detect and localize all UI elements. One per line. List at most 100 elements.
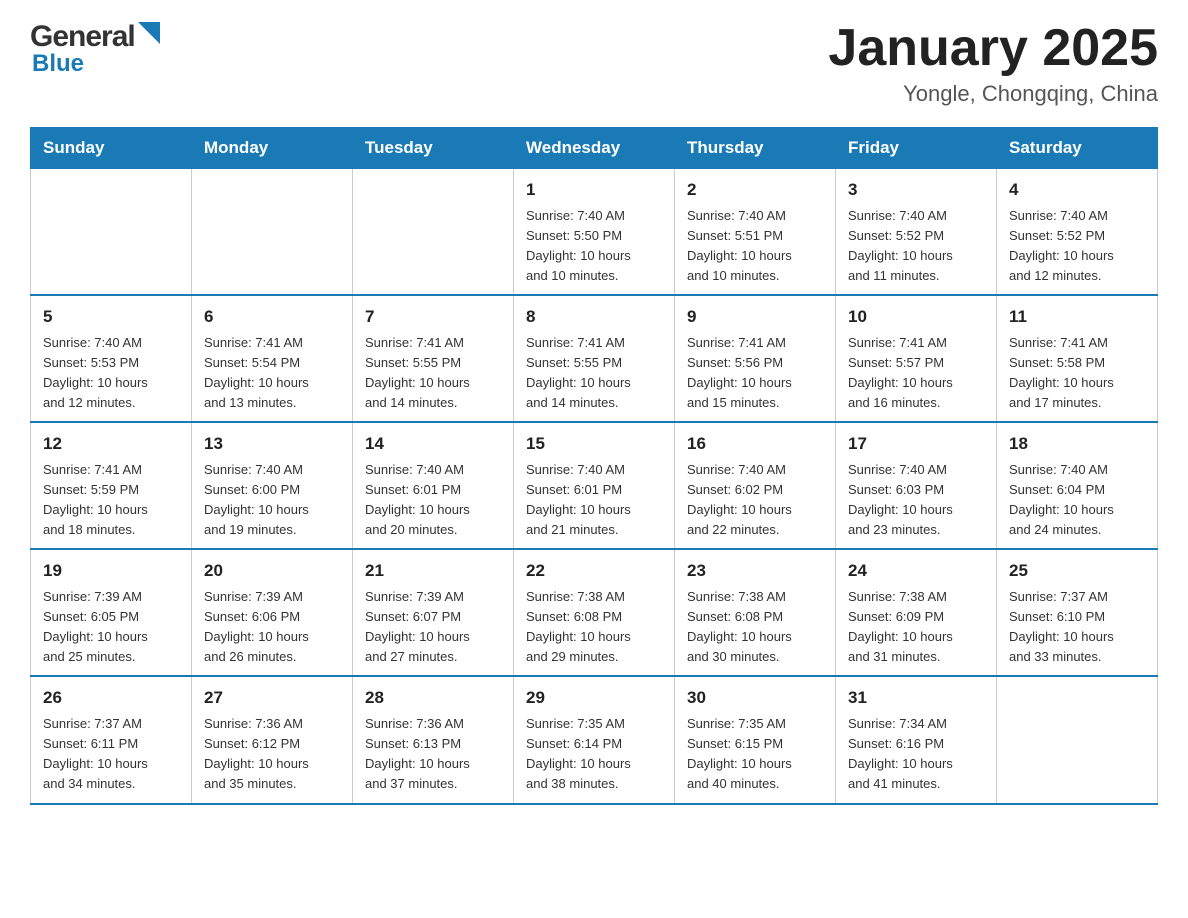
day-info: Sunrise: 7:39 AMSunset: 6:07 PMDaylight:… (365, 587, 501, 668)
day-number: 23 (687, 558, 823, 584)
calendar-day-cell: 26 Sunrise: 7:37 AMSunset: 6:11 PMDayligh… (31, 676, 192, 803)
day-number: 6 (204, 304, 340, 330)
day-info: Sunrise: 7:40 AMSunset: 5:50 PMDaylight:… (526, 206, 662, 287)
day-info: Sunrise: 7:40 AMSunset: 6:02 PMDaylight:… (687, 460, 823, 541)
day-number: 31 (848, 685, 984, 711)
logo: General Blue (30, 20, 160, 78)
day-info: Sunrise: 7:41 AMSunset: 5:55 PMDaylight:… (365, 333, 501, 414)
calendar-day-cell: 15Sunrise: 7:40 AMSunset: 6:01 PMDayligh… (514, 422, 675, 549)
calendar-day-cell: 14 Sunrise: 7:40 AMSunset: 6:01 PMDayligh… (353, 422, 514, 549)
calendar-day-cell: 21Sunrise: 7:39 AMSunset: 6:07 PMDayligh… (353, 549, 514, 676)
day-info: Sunrise: 7:40 AMSunset: 6:01 PMDaylight:… (365, 460, 501, 541)
calendar-day-cell: 27 Sunrise: 7:36 AMSunset: 6:12 PMDayligh… (192, 676, 353, 803)
day-number: 22 (526, 558, 662, 584)
day-info: Sunrise: 7:40 AMSunset: 5:52 PMDaylight:… (1009, 206, 1145, 287)
day-info: Sunrise: 7:38 AMSunset: 6:08 PMDaylight:… (687, 587, 823, 668)
calendar-day-cell: 31 Sunrise: 7:34 AMSunset: 6:16 PMDayligh… (836, 676, 997, 803)
calendar-day-header: Wednesday (514, 128, 675, 169)
page-title: January 2025 (828, 20, 1158, 77)
calendar-day-cell: 20 Sunrise: 7:39 AMSunset: 6:06 PMDayligh… (192, 549, 353, 676)
calendar-day-cell: 2 Sunrise: 7:40 AMSunset: 5:51 PMDaylight… (675, 169, 836, 296)
calendar-day-header: Friday (836, 128, 997, 169)
day-number: 2 (687, 177, 823, 203)
calendar-day-cell: 11 Sunrise: 7:41 AMSunset: 5:58 PMDayligh… (997, 295, 1158, 422)
calendar-week-row: 1 Sunrise: 7:40 AMSunset: 5:50 PMDaylight… (31, 169, 1158, 296)
calendar-day-cell: 28Sunrise: 7:36 AMSunset: 6:13 PMDayligh… (353, 676, 514, 803)
day-info: Sunrise: 7:41 AMSunset: 5:59 PMDaylight:… (43, 460, 179, 541)
title-section: January 2025 Yongle, Chongqing, China (828, 20, 1158, 107)
day-info: Sunrise: 7:41 AMSunset: 5:58 PMDaylight:… (1009, 333, 1145, 414)
calendar-day-header: Sunday (31, 128, 192, 169)
calendar-day-cell: 10 Sunrise: 7:41 AMSunset: 5:57 PMDayligh… (836, 295, 997, 422)
calendar-day-cell: 16 Sunrise: 7:40 AMSunset: 6:02 PMDayligh… (675, 422, 836, 549)
day-number: 18 (1009, 431, 1145, 457)
day-info: Sunrise: 7:38 AMSunset: 6:08 PMDaylight:… (526, 587, 662, 668)
day-info: Sunrise: 7:40 AMSunset: 6:01 PMDaylight:… (526, 460, 662, 541)
calendar-day-cell: 3Sunrise: 7:40 AMSunset: 5:52 PMDaylight… (836, 169, 997, 296)
day-info: Sunrise: 7:41 AMSunset: 5:57 PMDaylight:… (848, 333, 984, 414)
calendar-day-cell: 23 Sunrise: 7:38 AMSunset: 6:08 PMDayligh… (675, 549, 836, 676)
day-number: 28 (365, 685, 501, 711)
day-number: 20 (204, 558, 340, 584)
page-subtitle: Yongle, Chongqing, China (828, 81, 1158, 107)
calendar-day-cell: 12 Sunrise: 7:41 AMSunset: 5:59 PMDayligh… (31, 422, 192, 549)
calendar-week-row: 19 Sunrise: 7:39 AMSunset: 6:05 PMDayligh… (31, 549, 1158, 676)
day-number: 19 (43, 558, 179, 584)
calendar-day-cell: 17 Sunrise: 7:40 AMSunset: 6:03 PMDayligh… (836, 422, 997, 549)
calendar-day-cell: 22 Sunrise: 7:38 AMSunset: 6:08 PMDayligh… (514, 549, 675, 676)
day-number: 27 (204, 685, 340, 711)
logo-general-text: General (30, 20, 135, 54)
day-info: Sunrise: 7:40 AMSunset: 5:51 PMDaylight:… (687, 206, 823, 287)
calendar-day-cell: 13Sunrise: 7:40 AMSunset: 6:00 PMDayligh… (192, 422, 353, 549)
calendar-day-cell: 24 Sunrise: 7:38 AMSunset: 6:09 PMDayligh… (836, 549, 997, 676)
calendar-day-header: Saturday (997, 128, 1158, 169)
day-info: Sunrise: 7:40 AMSunset: 6:04 PMDaylight:… (1009, 460, 1145, 541)
day-number: 26 (43, 685, 179, 711)
day-info: Sunrise: 7:41 AMSunset: 5:56 PMDaylight:… (687, 333, 823, 414)
day-number: 11 (1009, 304, 1145, 330)
day-info: Sunrise: 7:40 AMSunset: 5:53 PMDaylight:… (43, 333, 179, 414)
day-info: Sunrise: 7:39 AMSunset: 6:06 PMDaylight:… (204, 587, 340, 668)
calendar-day-cell: 9 Sunrise: 7:41 AMSunset: 5:56 PMDaylight… (675, 295, 836, 422)
calendar-day-header: Tuesday (353, 128, 514, 169)
day-info: Sunrise: 7:40 AMSunset: 6:03 PMDaylight:… (848, 460, 984, 541)
day-info: Sunrise: 7:36 AMSunset: 6:12 PMDaylight:… (204, 714, 340, 795)
calendar-day-cell (353, 169, 514, 296)
day-number: 12 (43, 431, 179, 457)
day-number: 1 (526, 177, 662, 203)
day-number: 14 (365, 431, 501, 457)
calendar-day-cell: 19 Sunrise: 7:39 AMSunset: 6:05 PMDayligh… (31, 549, 192, 676)
calendar-day-cell (997, 676, 1158, 803)
day-number: 4 (1009, 177, 1145, 203)
day-number: 5 (43, 304, 179, 330)
logo-blue-text: Blue (32, 50, 84, 78)
calendar-day-cell: 8Sunrise: 7:41 AMSunset: 5:55 PMDaylight… (514, 295, 675, 422)
day-number: 29 (526, 685, 662, 711)
day-number: 24 (848, 558, 984, 584)
day-number: 17 (848, 431, 984, 457)
day-number: 10 (848, 304, 984, 330)
calendar-day-cell: 1 Sunrise: 7:40 AMSunset: 5:50 PMDaylight… (514, 169, 675, 296)
day-number: 16 (687, 431, 823, 457)
calendar-day-cell: 4 Sunrise: 7:40 AMSunset: 5:52 PMDaylight… (997, 169, 1158, 296)
calendar-table: SundayMondayTuesdayWednesdayThursdayFrid… (30, 127, 1158, 804)
day-number: 9 (687, 304, 823, 330)
day-number: 3 (848, 177, 984, 203)
day-info: Sunrise: 7:37 AMSunset: 6:10 PMDaylight:… (1009, 587, 1145, 668)
page-header: General Blue January 2025 Yongle, Chongq… (30, 20, 1158, 107)
calendar-week-row: 5 Sunrise: 7:40 AMSunset: 5:53 PMDaylight… (31, 295, 1158, 422)
calendar-day-cell: 6Sunrise: 7:41 AMSunset: 5:54 PMDaylight… (192, 295, 353, 422)
day-info: Sunrise: 7:34 AMSunset: 6:16 PMDaylight:… (848, 714, 984, 795)
day-info: Sunrise: 7:37 AMSunset: 6:11 PMDaylight:… (43, 714, 179, 795)
calendar-day-header: Thursday (675, 128, 836, 169)
day-info: Sunrise: 7:35 AMSunset: 6:15 PMDaylight:… (687, 714, 823, 795)
day-info: Sunrise: 7:39 AMSunset: 6:05 PMDaylight:… (43, 587, 179, 668)
day-info: Sunrise: 7:38 AMSunset: 6:09 PMDaylight:… (848, 587, 984, 668)
calendar-day-cell (31, 169, 192, 296)
calendar-header-row: SundayMondayTuesdayWednesdayThursdayFrid… (31, 128, 1158, 169)
day-number: 8 (526, 304, 662, 330)
calendar-day-cell: 25Sunrise: 7:37 AMSunset: 6:10 PMDayligh… (997, 549, 1158, 676)
day-number: 13 (204, 431, 340, 457)
calendar-day-cell: 30Sunrise: 7:35 AMSunset: 6:15 PMDayligh… (675, 676, 836, 803)
calendar-day-cell: 7Sunrise: 7:41 AMSunset: 5:55 PMDaylight… (353, 295, 514, 422)
